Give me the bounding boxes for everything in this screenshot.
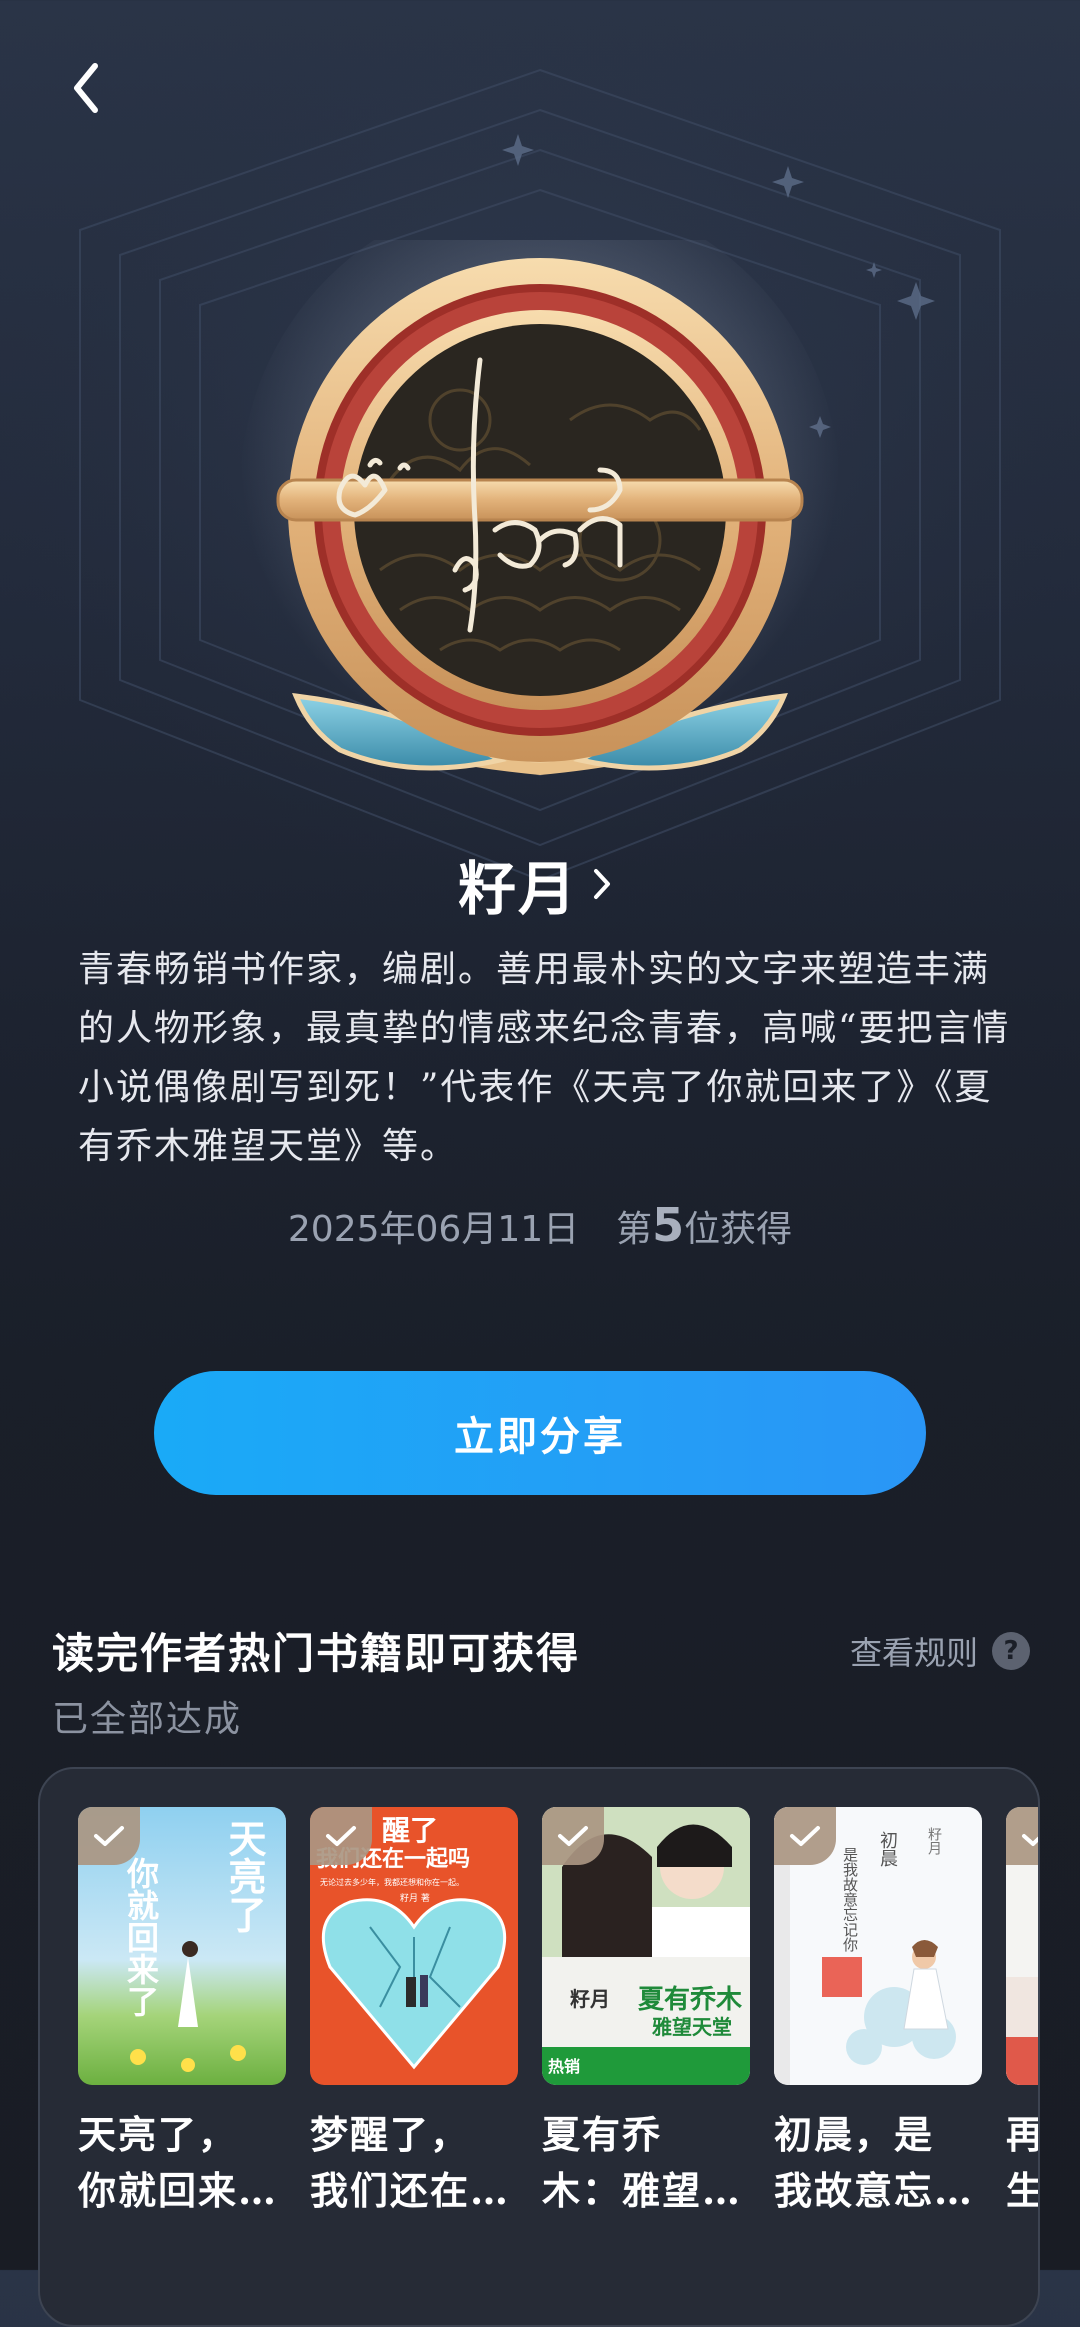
award-rank-suffix: 位获得 (684, 1209, 793, 1250)
book-cover-author: 籽月 著 (400, 1894, 430, 1904)
check-icon (310, 1807, 372, 1865)
book-cover-author: 籽月 (926, 1827, 942, 1855)
book-cover-tag: 热销 (548, 2057, 581, 2076)
author-name-link[interactable]: 籽月 (0, 842, 1080, 926)
section-title: 读完作者热门书籍即可获得 (52, 1629, 581, 1678)
book-title: 初晨，是 我故意忘… (774, 2112, 975, 2213)
book-cover-author: 籽月 (570, 1987, 610, 2011)
book-title: 梦醒了， 我们还在… (310, 2112, 511, 2213)
chevron-right-icon (592, 864, 622, 904)
book-item[interactable]: 醒了 我们还在一起吗 无论过去多少年，我都还想和你在一起。 籽月 著 梦醒了， … (310, 1807, 518, 2219)
book-cover: 初晨 是我故意忘记你 籽月 (774, 1807, 982, 2085)
view-rules-label: 查看规则 (849, 1634, 978, 1672)
award-info: 2025年06月11日 第5位获得 (0, 1198, 1080, 1252)
book-cover-subtitle: 是我故意忘记你 (841, 1847, 859, 1952)
chevron-left-icon (74, 63, 98, 113)
share-button[interactable]: 立即分享 (154, 1371, 926, 1495)
check-icon (542, 1807, 604, 1865)
check-icon (774, 1807, 836, 1865)
help-icon: ? (992, 1632, 1030, 1670)
check-icon (1006, 1807, 1038, 1865)
back-button[interactable] (58, 56, 114, 120)
book-title: 天亮了， 你就回来… (78, 2112, 279, 2213)
author-medal (240, 190, 840, 800)
author-bio: 青春畅销书作家，编剧。善用最朴实的文字来塑造丰满的人物形象，最真挚的情感来纪念青… (78, 949, 1011, 1167)
book-cover: 夏有乔木 雅望天堂 籽月 热销 (542, 1807, 750, 2085)
book-item[interactable]: 初晨 是我故意忘记你 籽月 初晨，是 我故意忘… (774, 1807, 982, 2219)
book-item[interactable]: 夏有乔木 雅望天堂 籽月 热销 夏有乔 木：雅望… (542, 1807, 750, 2219)
book-item[interactable]: 天亮了 你就回来了 天亮了， 你就回来… (78, 1807, 286, 2219)
book-cover-tagline: 无论过去多少年，我都还想和你在一起。 (320, 1878, 464, 1887)
book-cover-title: 天亮了 (222, 1819, 267, 1933)
check-icon (78, 1807, 140, 1865)
view-rules-link[interactable]: 查看规则 ? (850, 1628, 1030, 1674)
book-cover: 醒了 我们还在一起吗 无论过去多少年，我都还想和你在一起。 籽月 著 (310, 1807, 518, 2085)
book-title: 再 生 (1006, 2107, 1038, 2219)
author-signature-medal-icon (240, 190, 840, 790)
award-rank-prefix: 第 (616, 1209, 653, 1250)
book-cover (1006, 1807, 1038, 2085)
book-cover-title: 初晨 (877, 1831, 898, 1867)
book-cover: 天亮了 你就回来了 (78, 1807, 286, 2085)
completion-status: 已全部达成 (52, 1699, 243, 1740)
award-rank: 5 (652, 1198, 685, 1252)
book-cover-subtitle: 雅望天堂 (652, 2015, 732, 2039)
author-name: 籽月 (457, 855, 578, 923)
book-title: 夏有乔 木：雅望… (542, 2112, 743, 2213)
book-item[interactable]: 再 生 (1006, 1807, 1038, 2219)
books-card: 天亮了 你就回来了 天亮了， 你就回来… 醒了 我们还在一起吗 无论过去多少年，… (38, 1767, 1040, 2327)
award-date: 2025年06月11日 (287, 1209, 580, 1250)
book-cover-subtitle: 你就回来了 (122, 1857, 160, 2017)
